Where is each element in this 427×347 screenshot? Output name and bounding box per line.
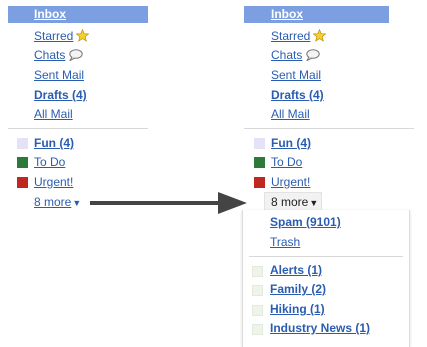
chats-label: Chats bbox=[34, 48, 66, 62]
menu-divider bbox=[249, 256, 403, 257]
label-color-swatch[interactable] bbox=[254, 157, 265, 168]
menu-item-trash[interactable]: Trash bbox=[270, 235, 300, 249]
star-icon bbox=[313, 29, 327, 42]
inbox-link[interactable]: Inbox bbox=[34, 7, 66, 21]
sent-mail-link[interactable]: Sent Mail bbox=[271, 68, 321, 82]
label-color-swatch[interactable] bbox=[254, 138, 265, 149]
label-urgent-link[interactable]: Urgent! bbox=[271, 175, 310, 189]
label-color-swatch[interactable] bbox=[17, 157, 28, 168]
more-labels-toggle[interactable]: 8 more▼ bbox=[34, 195, 81, 209]
label-fun-link[interactable]: Fun (4) bbox=[271, 136, 311, 150]
chat-bubble-icon bbox=[69, 49, 84, 61]
label-color-swatch[interactable] bbox=[254, 177, 265, 188]
more-labels-text: 8 more bbox=[271, 195, 309, 209]
chats-link[interactable]: Chats bbox=[271, 48, 321, 62]
starred-link[interactable]: Starred bbox=[34, 29, 90, 43]
label-urgent-link[interactable]: Urgent! bbox=[34, 175, 73, 189]
drafts-link[interactable]: Drafts (4) bbox=[271, 88, 324, 102]
label-todo-link[interactable]: To Do bbox=[34, 155, 65, 169]
all-mail-link[interactable]: All Mail bbox=[34, 107, 73, 121]
sent-mail-link[interactable]: Sent Mail bbox=[34, 68, 84, 82]
starred-label: Starred bbox=[34, 29, 74, 43]
menu-item-spam[interactable]: Spam (9101) bbox=[270, 215, 341, 229]
label-fun-link[interactable]: Fun (4) bbox=[34, 136, 74, 150]
menu-item-label[interactable]: Family (2) bbox=[270, 282, 326, 296]
star-icon bbox=[76, 29, 90, 42]
starred-link[interactable]: Starred bbox=[271, 29, 327, 43]
label-color-swatch[interactable] bbox=[252, 285, 263, 296]
more-labels-menu: Spam (9101) Trash Alerts (1) Family (2) … bbox=[242, 210, 410, 347]
all-mail-link[interactable]: All Mail bbox=[271, 107, 310, 121]
nav-divider bbox=[244, 128, 414, 129]
chats-label: Chats bbox=[271, 48, 303, 62]
dropdown-arrow-icon: ▼ bbox=[72, 198, 82, 208]
more-labels-text: 8 more bbox=[34, 195, 72, 209]
chats-link[interactable]: Chats bbox=[34, 48, 84, 62]
label-color-swatch[interactable] bbox=[252, 266, 263, 277]
label-color-swatch[interactable] bbox=[17, 138, 28, 149]
transition-arrow-icon bbox=[90, 192, 247, 214]
inbox-row[interactable]: Inbox bbox=[8, 6, 148, 23]
nav-divider bbox=[8, 128, 148, 129]
starred-label: Starred bbox=[271, 29, 311, 43]
label-color-swatch[interactable] bbox=[252, 305, 263, 316]
inbox-row[interactable]: Inbox bbox=[244, 6, 389, 23]
more-labels-toggle-active[interactable]: 8 more▼ bbox=[264, 192, 322, 210]
menu-item-label[interactable]: Hiking (1) bbox=[270, 302, 325, 316]
more-labels-content: 8 more▼ bbox=[271, 195, 318, 209]
inbox-link[interactable]: Inbox bbox=[271, 7, 303, 21]
dropdown-arrow-icon: ▼ bbox=[309, 198, 319, 208]
label-todo-link[interactable]: To Do bbox=[271, 155, 302, 169]
label-color-swatch[interactable] bbox=[252, 324, 263, 335]
menu-item-label[interactable]: Alerts (1) bbox=[270, 263, 322, 277]
chat-bubble-icon bbox=[306, 49, 321, 61]
menu-item-label[interactable]: Industry News (1) bbox=[270, 321, 370, 335]
label-color-swatch[interactable] bbox=[17, 177, 28, 188]
drafts-link[interactable]: Drafts (4) bbox=[34, 88, 87, 102]
